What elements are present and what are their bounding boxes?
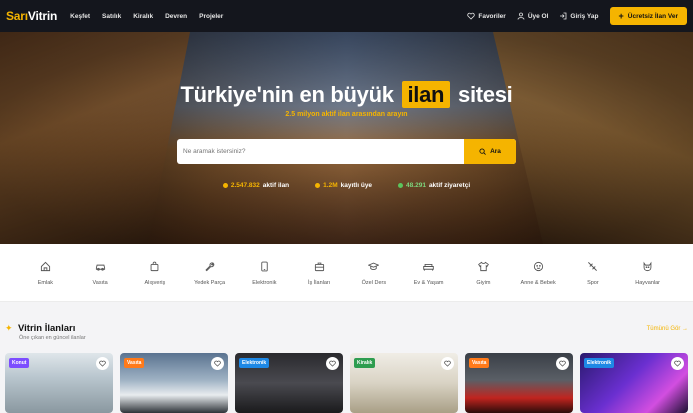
graduation-icon	[368, 262, 380, 271]
shirt-icon	[477, 261, 489, 272]
dot-icon	[222, 183, 228, 188]
stat-members: 1.2M kayıtlı üye	[315, 182, 372, 189]
listing-card[interactable]: Vasıta	[465, 353, 573, 413]
search-bar: Ara	[177, 139, 516, 164]
listing-card[interactable]: Kiralık	[350, 353, 458, 413]
favorites-link[interactable]: Favoriler	[467, 12, 506, 20]
stat-active-listings: 2.547.832 aktif ilan	[222, 182, 289, 189]
sparkle-icon: ✦	[5, 323, 13, 333]
listing-tag: Elektronik	[239, 358, 270, 368]
category-vasita[interactable]: Vasıta	[74, 244, 126, 286]
user-icon	[517, 12, 525, 20]
favorite-button[interactable]	[326, 357, 339, 370]
login-icon	[560, 12, 567, 20]
showcase-subtitle: Öne çıkan en güncel ilanlar	[19, 335, 86, 341]
login-label: Giriş Yap	[570, 12, 599, 20]
sofa-icon	[423, 263, 434, 271]
heart-icon	[329, 360, 336, 367]
plus-icon: +	[618, 11, 624, 21]
heart-icon	[674, 360, 681, 367]
dot-icon	[398, 183, 404, 188]
heart-icon	[214, 360, 221, 367]
briefcase-icon	[314, 262, 324, 272]
nav-link-kesfet[interactable]: Keşfet	[70, 13, 90, 20]
wrench-icon	[205, 262, 215, 272]
category-hayvanlar[interactable]: Hayvanlar	[622, 244, 674, 286]
phone-icon	[261, 261, 268, 272]
category-yedek-parca[interactable]: Yedek Parça	[184, 244, 236, 286]
category-ev-yasam[interactable]: Ev & Yaşam	[403, 244, 455, 286]
login-link[interactable]: Giriş Yap	[559, 12, 599, 20]
stat-visitors: 48.291 aktif ziyaretçi	[398, 182, 470, 189]
nav-link-devren[interactable]: Devren	[165, 13, 187, 20]
category-elektronik[interactable]: Elektronik	[238, 244, 290, 286]
category-spor[interactable]: Spor	[567, 244, 619, 286]
category-is-ilanlari[interactable]: İş İlanları	[293, 244, 345, 286]
baby-icon	[533, 261, 543, 272]
listing-card[interactable]: Elektronik	[580, 353, 688, 413]
register-label: Üye Ol	[527, 12, 549, 20]
category-emlak[interactable]: Emlak	[19, 244, 71, 286]
listing-tag: Kiralık	[354, 358, 376, 368]
pet-icon	[643, 261, 652, 272]
listing-cards: Konut Vasıta Elektronik Kiralık Vasıta E…	[5, 353, 688, 413]
heart-icon	[444, 360, 451, 367]
listing-card[interactable]: Konut	[5, 353, 113, 413]
showcase-title: Vitrin İlanları	[18, 323, 76, 334]
favorite-button[interactable]	[211, 357, 224, 370]
listing-tag: Elektronik	[584, 358, 615, 368]
favorite-button[interactable]	[556, 357, 569, 370]
view-all-link[interactable]: Tümünü Gör →	[647, 326, 688, 332]
favorite-button[interactable]	[96, 357, 109, 370]
search-input[interactable]	[177, 148, 464, 155]
post-ad-button[interactable]: + Ücretsiz İlan Ver	[609, 7, 687, 25]
favorite-button[interactable]	[441, 357, 454, 370]
dot-icon	[315, 183, 321, 188]
nav-link-projeler[interactable]: Projeler	[199, 13, 223, 20]
hero-banner: Türkiye'nin en büyük ilan sitesi 2.5 mil…	[0, 32, 693, 244]
category-anne-bebek[interactable]: Anne & Bebek	[512, 244, 564, 286]
favorite-button[interactable]	[671, 357, 684, 370]
category-ozel-ders[interactable]: Özel Ders	[348, 244, 400, 286]
search-button[interactable]: Ara	[464, 139, 516, 164]
hero-subtitle: 2.5 milyon aktif ilan arasından arayın	[285, 111, 408, 118]
nav-link-kiralik[interactable]: Kiralık	[133, 13, 153, 20]
hero-title-highlight: ilan	[401, 81, 451, 108]
category-bar: Emlak Vasıta Alışveriş Yedek Parça Elekt…	[0, 244, 693, 302]
nav-link-satilik[interactable]: Satılık	[102, 13, 121, 20]
home-icon	[40, 261, 50, 272]
showcase-section: ✦ Vitrin İlanları Öne çıkan en güncel il…	[0, 302, 693, 413]
nav-links: Keşfet Satılık Kiralık Devren Projeler	[70, 13, 223, 20]
heart-icon	[99, 360, 106, 367]
car-icon	[95, 264, 105, 271]
listing-card[interactable]: Elektronik	[235, 353, 343, 413]
bag-icon	[150, 261, 159, 272]
category-alisveris[interactable]: Alışveriş	[129, 244, 181, 286]
heart-icon	[559, 360, 566, 367]
heart-icon	[467, 12, 476, 20]
post-ad-label: Ücretsiz İlan Ver	[627, 12, 678, 20]
favorites-label: Favoriler	[478, 12, 506, 20]
category-giyim[interactable]: Giyim	[457, 244, 509, 286]
sport-icon	[588, 262, 598, 271]
top-navbar: SarıVitrin Keşfet Satılık Kiralık Devren…	[0, 0, 693, 32]
hero-stats: 2.547.832 aktif ilan 1.2M kayıtlı üye 48.2…	[0, 182, 693, 189]
register-link[interactable]: Üye Ol	[517, 12, 549, 20]
search-icon	[479, 148, 486, 155]
listing-tag: Vasıta	[469, 358, 490, 368]
listing-card[interactable]: Vasıta	[120, 353, 228, 413]
listing-tag: Konut	[9, 358, 30, 368]
listing-tag: Vasıta	[124, 358, 145, 368]
brand-logo[interactable]: SarıVitrin	[6, 9, 57, 23]
hero-title: Türkiye'nin en büyük ilan sitesi	[180, 81, 513, 108]
